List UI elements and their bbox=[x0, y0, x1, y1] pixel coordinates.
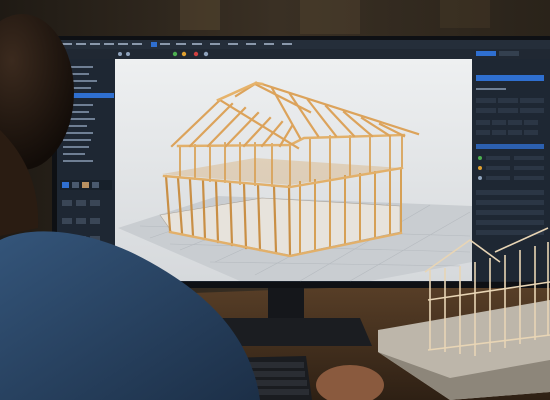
render-icon[interactable] bbox=[203, 51, 209, 57]
panel-header[interactable] bbox=[476, 75, 544, 81]
ruler-icon[interactable] bbox=[62, 200, 72, 206]
grid-icon[interactable] bbox=[76, 200, 86, 206]
pen-icon[interactable] bbox=[92, 182, 99, 188]
light-icon[interactable] bbox=[478, 176, 482, 180]
move-icon[interactable] bbox=[181, 51, 187, 57]
photo-scene bbox=[0, 0, 550, 400]
material-icon[interactable] bbox=[478, 166, 482, 170]
cad-application-window bbox=[57, 40, 550, 282]
folder-icon[interactable] bbox=[72, 182, 79, 188]
rotate-icon[interactable] bbox=[193, 51, 199, 57]
redo-icon[interactable] bbox=[126, 52, 130, 56]
menu-bar[interactable] bbox=[57, 40, 550, 49]
cube-icon[interactable] bbox=[82, 182, 89, 188]
mode-button[interactable] bbox=[476, 51, 496, 56]
view-button[interactable] bbox=[499, 51, 519, 56]
select-icon[interactable] bbox=[172, 51, 178, 57]
settings-icon[interactable] bbox=[478, 156, 482, 160]
undo-icon[interactable] bbox=[118, 52, 122, 56]
scene-svg bbox=[0, 0, 550, 400]
layers-icon[interactable] bbox=[62, 182, 69, 188]
active-menu-marker[interactable] bbox=[151, 42, 157, 47]
